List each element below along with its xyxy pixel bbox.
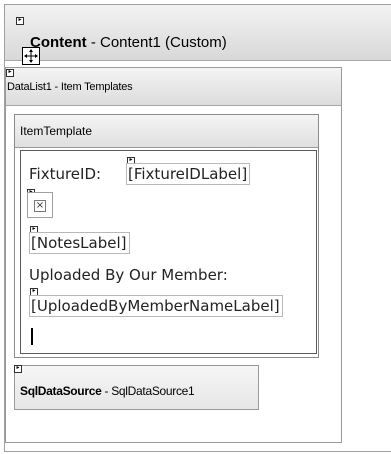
fixture-id-text: FixtureID: bbox=[29, 165, 102, 183]
item-template-title: ItemTemplate bbox=[20, 124, 93, 138]
broken-image-icon: × bbox=[34, 200, 46, 212]
content-control-title: Content - Content1 (Custom) bbox=[30, 34, 227, 51]
sqldatasource-type-label: SqlDataSource bbox=[20, 384, 102, 398]
content-description: - Content1 (Custom) bbox=[86, 34, 227, 51]
fixture-id-label-control[interactable]: [FixtureIDLabel] bbox=[126, 163, 251, 185]
sqldatasource-title: SqlDataSource - SqlDataSource1 bbox=[20, 384, 195, 398]
content-control-header[interactable] bbox=[5, 5, 391, 61]
sqldatasource-description: - SqlDataSource1 bbox=[101, 384, 195, 398]
datalist-title: DataList1 - Item Templates bbox=[7, 81, 133, 93]
notes-label-control[interactable]: [NotesLabel] bbox=[29, 232, 130, 254]
uploaded-by-text: Uploaded By Our Member: bbox=[29, 266, 228, 284]
content-smart-tag-icon[interactable] bbox=[16, 17, 24, 25]
datalist-smart-tag-icon[interactable] bbox=[6, 69, 14, 77]
uploaded-by-member-label-control[interactable]: [UploadedByMemberNameLabel] bbox=[29, 295, 283, 317]
move-handle-icon[interactable] bbox=[22, 47, 40, 65]
sqldatasource-smart-tag-icon[interactable] bbox=[14, 365, 22, 373]
image-control[interactable]: × bbox=[27, 192, 53, 218]
text-caret bbox=[31, 328, 33, 345]
